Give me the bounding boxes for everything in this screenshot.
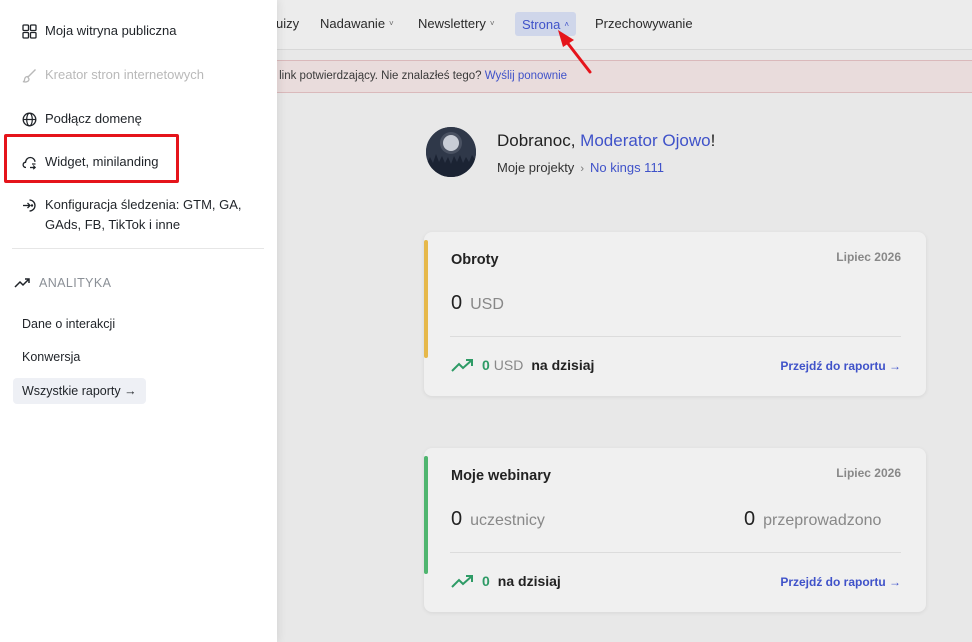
today-stat: 0 na dzisiaj [451,573,561,589]
webinars-report-link[interactable]: Przejdź do raportu → [780,575,901,589]
held-value: 0 przeprowadzono [744,508,881,531]
nav-item-label: Newslettery [418,16,486,31]
turnover-amount: 0 [451,292,463,314]
menu-item-connect-domain[interactable]: Podłącz domenę [22,111,142,127]
card-divider [450,552,901,553]
nav-item-label: Nadawanie [320,16,386,31]
nav-item-label: Strona [522,16,561,32]
nav-item-label: Przechowywanie [595,16,693,31]
participants-count: 0 [451,508,463,530]
menu-item-label: Konfiguracja śledzenia: GTM, GA, GAds, F… [45,197,242,232]
turnover-report-link[interactable]: Przejdź do raportu → [780,359,901,373]
menu-link-interaction-data[interactable]: Dane o interakcji [22,317,115,331]
globe-icon [22,112,37,127]
trend-up-icon [451,359,473,372]
trend-up-icon [14,278,30,288]
card-divider [450,336,901,337]
all-reports-button[interactable]: Wszystkie raporty → [13,378,146,404]
card-accent-bar [424,456,428,574]
avatar[interactable] [426,127,476,177]
breadcrumb: Moje projekty › No kings 111 [497,160,664,175]
nav-item-site[interactable]: Strona ˄ [515,12,576,36]
resend-link[interactable]: Wyślij ponownie [485,70,567,82]
today-unit: USD [493,357,524,373]
nav-item-storage[interactable]: Przechowywanie [595,16,693,31]
menu-item-label: Podłącz domenę [45,111,142,126]
participants-unit: uczestnicy [470,512,545,529]
turnover-value: 0 USD [451,292,504,315]
nav-item-quizzes[interactable]: uizy [276,16,299,31]
card-accent-bar [424,240,428,358]
card-period: Lipiec 2026 [836,250,901,264]
brush-icon [22,69,36,83]
card-title: Moje webinary [451,468,551,484]
menu-divider [12,248,264,249]
tracking-icon [23,199,36,212]
greeting-prefix: Dobranoc, [497,131,581,150]
menu-item-public-site[interactable]: Moja witryna publiczna [22,23,177,39]
user-name-link[interactable]: Moderator Ojowo [580,131,710,150]
menu-item-site-builder: Kreator stron internetowych [22,67,204,83]
analytics-section-header: ANALITYKA [14,276,111,290]
greeting-title: Dobranoc, Moderator Ojowo! [497,131,715,151]
card-period: Lipiec 2026 [836,466,901,480]
breadcrumb-projects[interactable]: Moje projekty [497,160,574,175]
nav-item-label: uizy [276,16,300,31]
menu-item-label: Moja witryna publiczna [45,23,177,38]
today-label: na dzisiaj [497,573,561,589]
greeting-header: Dobranoc, Moderator Ojowo! Moje projekty… [426,127,846,183]
breadcrumb-separator-icon: › [580,163,584,175]
greeting-suffix: ! [710,131,716,150]
held-count: 0 [744,508,756,530]
site-dropdown-menu: Moja witryna publiczna Kreator stron int… [0,0,277,642]
turnover-unit: USD [470,296,504,313]
held-unit: przeprowadzono [763,512,882,529]
participants-value: 0 uczestnicy [451,508,545,531]
menu-item-tracking-config[interactable]: Konfiguracja śledzenia: GTM, GA, GAds, F… [22,197,252,235]
chevron-up-icon: ˄ [564,19,569,29]
webinars-card: Moje webinary Lipiec 2026 0 uczestnicy 0p… [424,448,926,612]
today-value: 0 [482,357,490,373]
today-stat: 0 USD na dzisiaj [451,357,594,373]
breadcrumb-project[interactable]: No kings 111 [590,160,664,175]
turnover-card: Obroty Lipiec 2026 0 USD 0 USD na dzisiaj… [424,232,926,396]
nav-item-broadcasting[interactable]: Nadawanie ˅ [320,16,394,31]
alert-text: niał link potwierdzający. Nie znalazłeś … [258,70,482,82]
menu-item-label: Kreator stron internetowych [45,67,204,82]
grid-icon [22,24,37,39]
today-label: na dzisiaj [531,357,595,373]
today-value: 0 [482,573,490,589]
nav-item-newsletters[interactable]: Newslettery ˅ [418,16,495,31]
card-title: Obroty [451,252,499,268]
chevron-down-icon: ˅ [489,19,495,28]
trend-up-icon [451,575,473,588]
section-title: ANALITYKA [39,276,112,290]
chevron-down-icon: ˅ [389,19,394,28]
menu-link-conversion[interactable]: Konwersja [22,350,80,364]
highlight-box [4,134,179,183]
